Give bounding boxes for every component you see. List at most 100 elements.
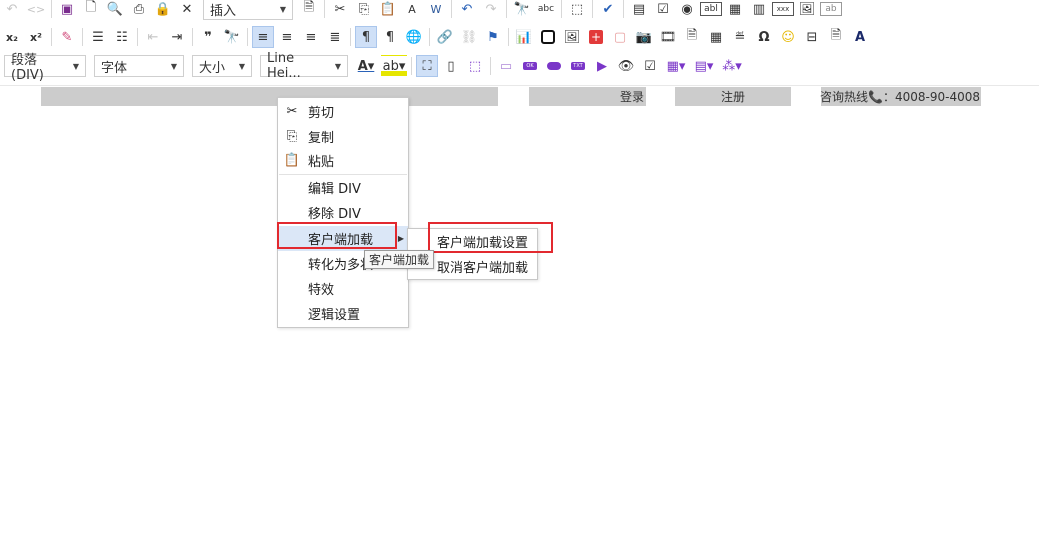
bulleted-list-icon[interactable]: ☷ <box>111 26 133 48</box>
toolbar-row-1: ↶ <> ▣ 🗋 🔍 ⎙ 🔒 ✕ 插入 ▼ 🗎 ✂ ⎘ 📋 A W ↶ ↷ 🔭 … <box>0 0 843 22</box>
print-icon[interactable]: ⎙ <box>128 0 150 20</box>
superscript-icon[interactable]: x² <box>25 26 47 48</box>
editor-toolbar: ↶ <> ▣ 🗋 🔍 ⎙ 🔒 ✕ 插入 ▼ 🗎 ✂ ⎘ 📋 A W ↶ ↷ 🔭 … <box>0 0 1039 86</box>
image-icon[interactable]: 🖼 <box>561 26 583 48</box>
lock-icon[interactable]: 🔒 <box>152 0 174 20</box>
visibility-icon[interactable]: 👁 <box>615 55 637 77</box>
menu-item-cut[interactable]: ✂ 剪切 <box>278 99 408 124</box>
save-icon[interactable]: ▣ <box>56 0 78 20</box>
menu-item-logic-settings[interactable]: 逻辑设置 <box>278 301 408 326</box>
table-icon[interactable]: ▦ <box>705 26 727 48</box>
align-right-icon[interactable]: ≡ <box>300 26 322 48</box>
anchor-icon[interactable]: ⚑ <box>482 26 504 48</box>
flash-icon[interactable] <box>537 26 559 48</box>
register-link[interactable]: 注册 <box>675 87 791 106</box>
separator <box>137 28 138 46</box>
page-icon[interactable]: 🗎 <box>825 26 847 48</box>
document-icon[interactable]: 🗎 <box>681 26 703 48</box>
paste-icon[interactable]: 📋 <box>377 0 399 20</box>
checkbox-icon[interactable]: ☑ <box>652 0 674 20</box>
paste-word-icon[interactable]: W <box>425 0 447 20</box>
ltr-icon[interactable]: ¶ <box>355 26 377 48</box>
chevron-down-icon: ▼ <box>170 61 177 71</box>
separator <box>411 57 412 75</box>
text-color-a-icon[interactable]: A <box>849 26 871 48</box>
show-blocks-icon[interactable]: ▯ <box>440 55 462 77</box>
undo-icon[interactable]: ↶ <box>1 0 23 20</box>
special-char-icon[interactable]: Ω <box>753 26 775 48</box>
font-size-dropdown[interactable]: 大小 ▼ <box>192 55 252 77</box>
page-break-icon[interactable]: ⊟ <box>801 26 823 48</box>
font-family-dropdown[interactable]: 字体 ▼ <box>94 55 184 77</box>
justify-icon[interactable]: ≣ <box>324 26 346 48</box>
menu-item-copy[interactable]: ⎘ 复制 <box>278 124 408 149</box>
find-replace-icon[interactable]: 🔭 <box>221 26 243 48</box>
align-left-icon[interactable]: ≡ <box>252 26 274 48</box>
button-field-icon[interactable]: xxx <box>772 2 794 16</box>
paragraph-format-dropdown[interactable]: 段落(DIV) ▼ <box>4 53 86 83</box>
round-badge-icon[interactable] <box>543 55 565 77</box>
bg-color-icon[interactable]: ab▾ <box>381 55 407 77</box>
txt-badge-icon[interactable]: TXT <box>567 55 589 77</box>
menu-item-paste[interactable]: 📋 粘贴 <box>278 148 408 173</box>
rtl-icon[interactable]: ¶ <box>379 26 401 48</box>
check-spelling-icon[interactable]: ✔ <box>597 0 619 20</box>
indent-icon[interactable]: ⇥ <box>166 26 188 48</box>
ok-badge-icon[interactable]: OK <box>519 55 541 77</box>
play-icon[interactable]: ▶ <box>591 55 613 77</box>
menu-item-label: 特效 <box>308 283 335 298</box>
language-icon[interactable]: 🌐 <box>403 26 425 48</box>
spellcheck-icon[interactable]: abc <box>535 0 557 20</box>
radio-icon[interactable]: ◉ <box>676 0 698 20</box>
outdent-icon[interactable]: ⇤ <box>142 26 164 48</box>
insert-dropdown[interactable]: 插入 ▼ <box>203 0 293 20</box>
font-family-label: 字体 <box>101 60 128 76</box>
close-icon[interactable]: ✕ <box>176 0 198 20</box>
menu-item-edit-div[interactable]: 编辑 DIV <box>278 175 408 200</box>
verify-icon[interactable]: ☑ <box>639 55 661 77</box>
image-button-icon[interactable]: 🖼 <box>796 0 818 20</box>
subscript-icon[interactable]: x₂ <box>1 26 23 48</box>
template-icon[interactable]: 🗎 <box>298 0 320 20</box>
add-icon[interactable]: + <box>585 26 607 48</box>
camera-icon[interactable]: 📷 <box>633 26 655 48</box>
textfield-icon[interactable]: abl <box>700 2 722 16</box>
align-center-icon[interactable]: ≡ <box>276 26 298 48</box>
div-icon[interactable]: ▭ <box>495 55 517 77</box>
remove-format-icon[interactable]: ✎ <box>56 26 78 48</box>
maximize-icon[interactable]: ⛶ <box>416 55 438 77</box>
smiley-icon[interactable]: ☺ <box>777 26 799 48</box>
chart-icon[interactable]: 📊 <box>513 26 535 48</box>
paste-icon: 📋 <box>283 153 301 168</box>
horizontal-rule-icon[interactable]: ≝ <box>729 26 751 48</box>
line-height-dropdown[interactable]: Line Hei... ▼ <box>260 51 348 81</box>
numbered-list-icon[interactable]: ☰ <box>87 26 109 48</box>
film-icon[interactable]: 🎞 <box>657 26 679 48</box>
unlink-icon[interactable]: ⛓ <box>458 26 480 48</box>
about-icon[interactable]: ⬚ <box>464 55 486 77</box>
paste-text-icon[interactable]: A <box>401 0 423 20</box>
copy-icon[interactable]: ⎘ <box>353 0 375 20</box>
select-field-icon[interactable]: ▥ <box>748 0 770 20</box>
redo-arrow-icon[interactable]: ↷ <box>480 0 502 20</box>
grid-icon[interactable]: ▦▾ <box>663 55 689 77</box>
new-document-icon[interactable]: 🗋 <box>80 0 102 20</box>
login-link[interactable]: 登录 <box>529 87 646 106</box>
hidden-field-icon[interactable]: ab <box>820 2 842 16</box>
layout-icon[interactable]: ▤▾ <box>691 55 717 77</box>
select-all-icon[interactable]: ⬚ <box>566 0 588 20</box>
font-color-icon[interactable]: A▾ <box>353 55 379 77</box>
link-icon[interactable]: 🔗 <box>434 26 456 48</box>
undo-arrow-icon[interactable]: ↶ <box>456 0 478 20</box>
preview-icon[interactable]: 🔍 <box>104 0 126 20</box>
form-icon[interactable]: ▤ <box>628 0 650 20</box>
iframe-icon[interactable]: ▢ <box>609 26 631 48</box>
find-icon[interactable]: 🔭 <box>511 0 533 20</box>
textarea-icon[interactable]: ▦ <box>724 0 746 20</box>
cut-icon[interactable]: ✂ <box>329 0 351 20</box>
separator <box>506 0 507 18</box>
spark-icon[interactable]: ⁂▾ <box>719 55 745 77</box>
source-code-icon[interactable]: <> <box>25 0 47 20</box>
menu-item-effects[interactable]: 特效 <box>278 276 408 301</box>
blockquote-icon[interactable]: ❞ <box>197 26 219 48</box>
